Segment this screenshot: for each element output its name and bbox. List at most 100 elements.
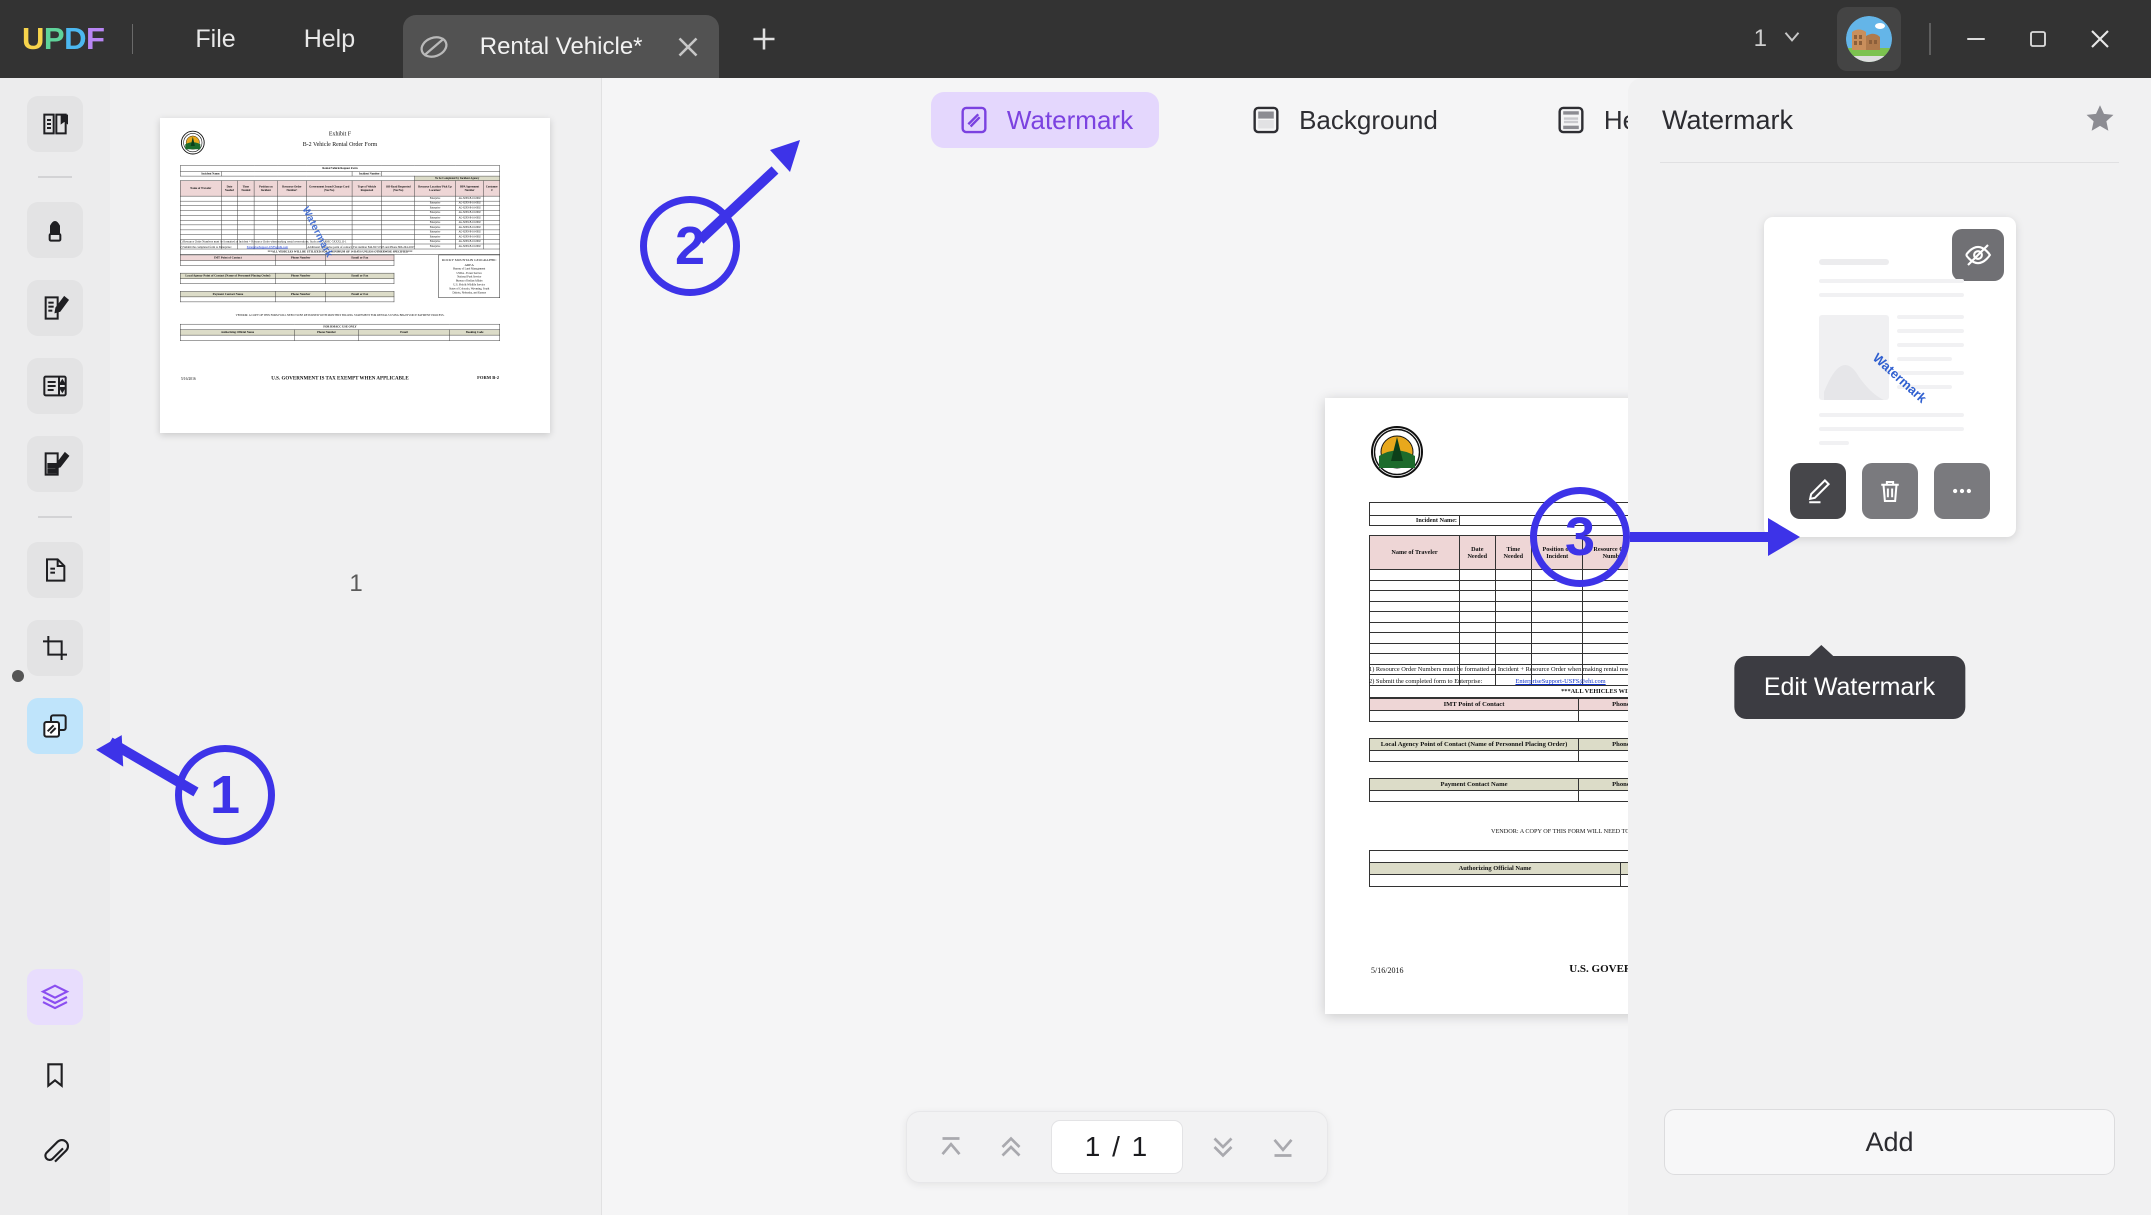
watermark-card[interactable]: Watermark: [1763, 217, 2016, 537]
panel-resize-handle[interactable]: [12, 670, 24, 682]
sidebar-item-convert[interactable]: [27, 542, 83, 598]
minimize-button[interactable]: [1945, 9, 2007, 69]
tab-watermark[interactable]: Watermark: [930, 92, 1160, 148]
crop-icon: [43, 636, 67, 660]
sidebar-item-reader[interactable]: [27, 96, 83, 152]
header-footer-icon: [1554, 103, 1588, 137]
sidebar-item-attachments[interactable]: [27, 1125, 83, 1181]
close-button[interactable]: [2069, 9, 2131, 69]
go-last-icon[interactable]: [1263, 1127, 1303, 1167]
add-button-label: Add: [1865, 1126, 1914, 1157]
sidebar-item-fill-sign[interactable]: [27, 436, 83, 492]
avatar-image: [1846, 16, 1892, 62]
updf-logo: UPDF: [22, 21, 105, 57]
new-tab-button[interactable]: [741, 16, 787, 62]
watermark-panel: Watermark Watermark Edit Watermark Add: [1628, 78, 2151, 1215]
logo-letter-d: D: [64, 21, 86, 56]
footer-form-thumb: FORM B-2: [477, 375, 500, 381]
doc-title-thumb: B-2 Vehicle Rental Order Form: [302, 140, 378, 148]
page-number-value: 1 / 1: [1084, 1131, 1150, 1162]
updf-application-window: UPDF File Help Rental Vehicle* 1 Exhibit…: [0, 0, 2151, 1215]
rmacc-table-thumb: FOR RMACC USE ONLY Authorizing Official …: [180, 323, 500, 341]
sidebar-item-page-side[interactable]: [27, 358, 83, 414]
sidebar-item-annotate[interactable]: [27, 202, 83, 258]
compare-pages-icon: [43, 375, 67, 397]
edit-document-icon: [44, 295, 70, 320]
local-agency-contact-table-thumb: Local Agency Point of Contact (Name of P…: [180, 272, 395, 284]
vendor-note-thumb: VENDOR: A COPY OF THIS FORM WILL NEED TO…: [235, 313, 445, 318]
tab-title: Rental Vehicle*: [479, 32, 643, 60]
tab-watermark-label: Watermark: [1006, 104, 1134, 135]
more-options-button[interactable]: [1933, 463, 1990, 519]
page-count-control[interactable]: 1: [1736, 23, 1823, 56]
sidebar-item-layers[interactable]: [27, 969, 83, 1025]
sidebar-item-bookmarks[interactable]: [27, 1047, 83, 1103]
sidebar-item-edit-pdf[interactable]: [27, 280, 83, 336]
col-time-needed: Time Needed: [1494, 535, 1533, 571]
page-number-input[interactable]: 1 / 1: [1051, 1120, 1183, 1174]
watermark-layers-icon: [43, 714, 67, 738]
watermark-card-actions: [1764, 463, 2016, 519]
tab-background-label: Background: [1299, 104, 1438, 135]
rail-divider-1: [38, 176, 72, 178]
doc-notes-thumb: 1) Resource Order Numbers must be format…: [180, 240, 415, 249]
panel-divider: [1660, 162, 2119, 163]
footer-center-thumb: U.S. GOVERNMENT IS TAX EXEMPT WHEN APPLI…: [271, 375, 409, 381]
background-icon: [1249, 103, 1283, 137]
sidebar-item-crop-pages[interactable]: [27, 620, 83, 676]
rail-divider-2: [38, 516, 72, 518]
title-bar: UPDF File Help Rental Vehicle* 1: [0, 0, 2151, 78]
watermark-icon: [417, 30, 451, 64]
page-count-value: 1: [1753, 25, 1767, 52]
document-tab[interactable]: Rental Vehicle*: [403, 15, 720, 78]
logo-letter-f: F: [85, 21, 105, 56]
highlighter-icon: [48, 221, 62, 242]
go-first-icon[interactable]: [931, 1127, 971, 1167]
maximize-button[interactable]: [2007, 9, 2069, 69]
menu-help[interactable]: Help: [270, 0, 389, 78]
col-date-needed: Date Needed: [1459, 535, 1496, 571]
doc-exhibit-thumb: Exhibit F: [328, 129, 352, 137]
layers-stack-icon: [40, 984, 70, 1010]
page-thumbnail[interactable]: Exhibit F B-2 Vehicle Rental Order Form …: [160, 118, 550, 433]
logo-letter-u: U: [22, 21, 44, 56]
go-prev-icon[interactable]: [991, 1127, 1031, 1167]
titlebar-right-controls: 1: [1736, 0, 2151, 78]
sign-document-icon: [44, 451, 70, 476]
note-2-prefix: 2) Submit the completed form to Enterpri…: [1369, 678, 1483, 686]
book-reader-icon: [43, 113, 68, 135]
panel-title: Watermark: [1662, 104, 1794, 135]
payment-contact-table-thumb: Payment Contact Name Phone Number Email or…: [180, 291, 395, 303]
tab-background[interactable]: Background: [1223, 92, 1464, 148]
thumbnail-panel: Exhibit F B-2 Vehicle Rental Order Form …: [110, 78, 602, 1215]
thumbnail-page-number: 1: [349, 570, 363, 597]
go-next-icon[interactable]: [1203, 1127, 1243, 1167]
panel-header: Watermark: [1628, 78, 2151, 162]
rocky-mountain-box-thumb: ROCKY MOUNTAIN GEOGRAPHIC AREA Bureau of…: [438, 254, 500, 298]
thumbnail-page-render: Exhibit F B-2 Vehicle Rental Order Form …: [160, 118, 521, 399]
bookmark-icon: [47, 1063, 63, 1088]
logo-letter-p: P: [43, 21, 65, 56]
close-icon[interactable]: [671, 30, 705, 64]
page-navigation-bar: 1 / 1: [906, 1111, 1328, 1183]
chevron-down-icon: [1779, 23, 1805, 56]
watermark-icon: [957, 103, 991, 137]
sidebar-item-watermark[interactable]: [27, 698, 83, 754]
edit-watermark-button[interactable]: [1789, 463, 1846, 519]
col-position-on-incident: Position on Incident: [1531, 535, 1584, 571]
paperclip-icon: [44, 1139, 69, 1163]
col-name-of-traveler: Name of Traveler: [1369, 535, 1460, 571]
menu-file[interactable]: File: [161, 0, 269, 78]
delete-watermark-button[interactable]: [1861, 463, 1918, 519]
titlebar-divider-2: [1929, 23, 1931, 55]
star-icon[interactable]: [2083, 101, 2117, 140]
tool-rail: [0, 78, 110, 1215]
convert-file-icon: [46, 558, 66, 582]
enterprise-email-link[interactable]: EnterpriseSupport-USFS@ehi.com: [1515, 678, 1605, 685]
add-watermark-button[interactable]: Add: [1664, 1109, 2115, 1175]
titlebar-divider: [132, 24, 134, 54]
avatar[interactable]: [1837, 7, 1901, 71]
imt-contact-table-thumb: IMT Point of Contact Phone Number Email or…: [180, 254, 395, 266]
incident-name-label: Incident Name:: [1369, 514, 1460, 527]
edit-watermark-tooltip: Edit Watermark: [1733, 645, 1966, 719]
